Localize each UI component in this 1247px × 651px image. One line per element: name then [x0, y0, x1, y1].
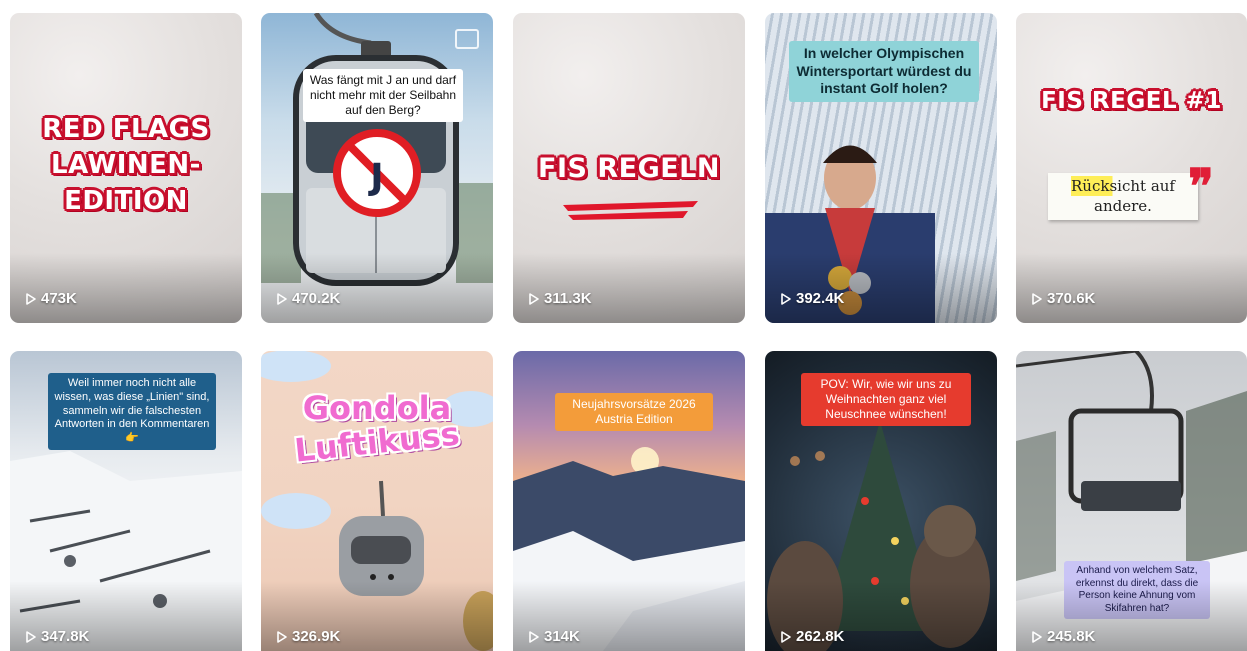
view-count-text: 470.2K	[292, 290, 341, 307]
video-card-gondola-j[interactable]: J Was fängt mit J an und darf nicht mehr…	[261, 13, 493, 323]
headline-text: FIS REGEL #1	[1041, 88, 1222, 114]
video-card-neujahr[interactable]: Neujahrsvorsätze 2026 Austria Edition 31…	[513, 351, 745, 651]
headline-text: FIS REGELN	[538, 153, 720, 184]
view-count: 370.6K	[1032, 290, 1095, 307]
bottom-shade	[765, 253, 997, 323]
play-icon	[1032, 630, 1042, 643]
video-card-chairlift[interactable]: Anhand von welchem Satz, erkennst du dir…	[1016, 351, 1247, 651]
view-count: 245.8K	[1032, 628, 1095, 645]
video-card-fis-regeln[interactable]: FIS REGELN 311.3K	[513, 13, 745, 323]
image-icon	[455, 29, 479, 49]
view-count-text: 473K	[41, 290, 77, 307]
video-card-olympic-golf[interactable]: In welcher Olympischen Wintersportart wü…	[765, 13, 997, 323]
view-count-text: 370.6K	[1047, 290, 1096, 307]
video-card-gondola-luftikuss[interactable]: Gondola Luftikuss 326.9K	[261, 351, 493, 651]
video-card-pov-neuschnee[interactable]: POV: Wir, wie wir uns zu Weihnachten gan…	[765, 351, 997, 651]
view-count-text: 314K	[544, 628, 580, 645]
quote-line-1: Rücksicht auf	[1071, 176, 1175, 196]
caption-line-1: Neujahrsvorsätze 2026	[572, 397, 696, 411]
video-card-fis-regel-1[interactable]: FIS REGEL #1 Rücksicht auf andere. ❞ 370…	[1016, 13, 1247, 323]
video-card-red-flags[interactable]: RED FLAGS LAWINEN- EDITION 473K	[10, 13, 242, 323]
bottom-shade	[10, 253, 242, 323]
view-count: 347.8K	[26, 628, 89, 645]
view-count-text: 262.8K	[796, 628, 845, 645]
play-icon	[26, 630, 36, 643]
title-text: Gondola Luftikuss	[261, 391, 493, 470]
play-icon	[529, 630, 539, 643]
view-count-text: 347.8K	[41, 628, 90, 645]
quote-mark-icon: ❞	[1188, 159, 1214, 215]
play-icon	[26, 292, 36, 305]
caption-box: Neujahrsvorsätze 2026 Austria Edition	[555, 393, 713, 431]
view-count: 314K	[529, 628, 580, 645]
view-count: 262.8K	[781, 628, 844, 645]
quote-card: Rücksicht auf andere.	[1048, 173, 1198, 220]
caption-box: Was fängt mit J an und darf nicht mehr m…	[303, 69, 463, 122]
caption-box: Weil immer noch nicht alle wissen, was d…	[48, 373, 216, 450]
quote-line-2: andere.	[1094, 197, 1152, 215]
bottom-shade	[1016, 253, 1247, 323]
play-icon	[277, 292, 287, 305]
view-count: 470.2K	[277, 290, 340, 307]
play-icon	[277, 630, 287, 643]
video-card-lines[interactable]: Weil immer noch nicht alle wissen, was d…	[10, 351, 242, 651]
view-count-text: 245.8K	[1047, 628, 1096, 645]
play-icon	[781, 292, 791, 305]
view-count: 392.4K	[781, 290, 844, 307]
sign-letter: J	[367, 157, 383, 198]
view-count: 311.3K	[529, 290, 592, 307]
video-grid: RED FLAGS LAWINEN- EDITION 473K J Was fä…	[0, 0, 1247, 651]
view-count-text: 311.3K	[544, 290, 592, 307]
play-icon	[529, 292, 539, 305]
caption-box: POV: Wir, wie wir uns zu Weihnachten gan…	[801, 373, 971, 426]
view-count: 473K	[26, 290, 77, 307]
bottom-shade	[513, 253, 745, 323]
view-count: 326.9K	[277, 628, 340, 645]
play-icon	[1032, 292, 1042, 305]
view-count-text: 392.4K	[796, 290, 845, 307]
headline-text: RED FLAGS LAWINEN- EDITION	[42, 114, 210, 216]
red-swoosh	[563, 201, 698, 220]
view-count-text: 326.9K	[292, 628, 341, 645]
caption-box: In welcher Olympischen Wintersportart wü…	[789, 41, 979, 102]
caption-line-2: Austria Edition	[595, 412, 673, 426]
bottom-shade	[261, 253, 493, 323]
play-icon	[781, 630, 791, 643]
